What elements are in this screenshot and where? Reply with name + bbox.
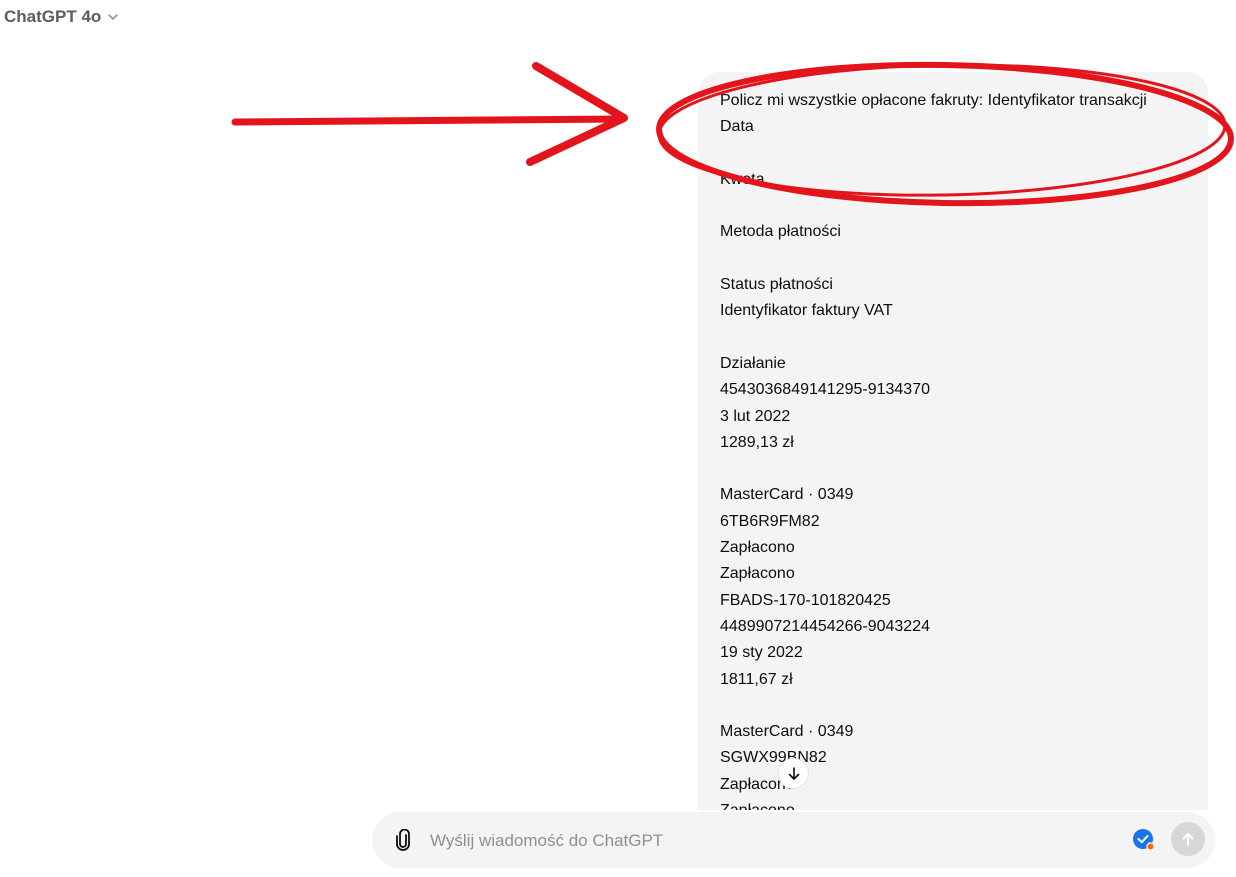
user-message-bubble: Policz mi wszystkie opłacone fakruty: Id… [698,72,1208,810]
message-line: Zapłacono [720,798,1192,810]
arrow-down-icon [788,766,799,780]
message-line: 1289,13 zł [720,433,794,451]
message-line: Zapłacono [720,539,795,557]
red-arrow-shaft [231,115,626,126]
model-label: ChatGPT 4o [4,7,102,26]
chevron-down-icon [108,14,119,20]
message-line: FBADS-170-101820425 [720,591,891,609]
attach-button[interactable] [390,827,416,853]
grammar-check-button[interactable] [1132,828,1156,852]
message-line: Identyfikator faktury VAT [720,302,893,320]
scroll-to-bottom-button[interactable] [778,758,809,789]
send-button[interactable] [1171,822,1205,856]
arrow-up-icon [1182,833,1194,846]
message-line: MasterCard · 0349 [720,486,854,504]
model-selector[interactable]: ChatGPT 4o [4,4,119,30]
message-line: Policz mi wszystkie opłacone fakruty: Id… [720,92,1147,109]
message-line: 6TB6R9FM82 [720,512,820,530]
message-line: Zapłacono [720,565,795,583]
message-line: 3 lut 2022 [720,407,791,425]
message-line: Działanie [720,354,786,372]
message-line: Status płatności [720,276,833,294]
message-line: 4543036849141295-9134370 [720,381,930,399]
paperclip-icon [396,829,410,851]
red-arrow-head [526,62,628,166]
message-line: Data [720,118,754,136]
grammar-check-icon [1133,829,1155,851]
message-line: 4489907214454266-9043224 [720,617,930,635]
message-line: Metoda płatności [720,223,841,241]
message-line: 19 sty 2022 [720,644,803,662]
message-line: MasterCard · 0349 [720,723,854,741]
message-composer [372,812,1215,868]
message-line: Kwota [720,170,765,188]
message-input[interactable] [428,826,1112,856]
message-line: 1811,67 zł [720,670,793,688]
